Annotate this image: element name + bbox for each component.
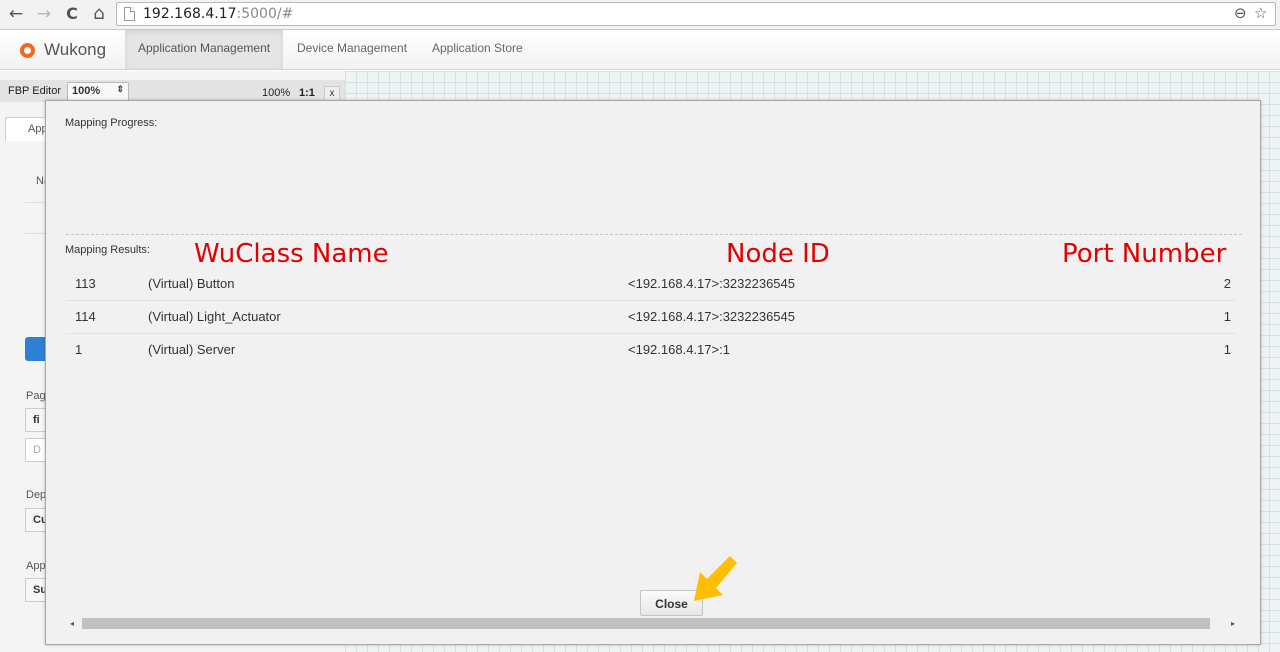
mapping-results-table: 113 (Virtual) Button <192.168.4.17>:3232… xyxy=(66,267,1236,366)
wuclass-name-cell: (Virtual) Light_Actuator xyxy=(148,299,628,333)
page-icon xyxy=(124,7,135,21)
url-text[interactable]: 192.168.4.17:5000/# xyxy=(143,6,293,22)
zoom-level: 100% xyxy=(262,87,291,99)
left-fragment-label: Pag xyxy=(26,390,46,402)
port-number-annotation: Port Number xyxy=(1062,239,1227,269)
home-icon[interactable]: ⌂ xyxy=(88,3,110,25)
table-row: 114 (Virtual) Light_Actuator <192.168.4.… xyxy=(66,299,1236,333)
ratio-button[interactable]: 1:1 xyxy=(299,87,315,99)
app-navbar: Wukong Application Management Device Man… xyxy=(0,30,1280,70)
close-editor-button[interactable]: x xyxy=(324,86,340,101)
forward-icon[interactable]: → xyxy=(33,3,55,25)
pointer-arrow-icon xyxy=(694,556,737,601)
scroll-right-icon[interactable]: ▸ xyxy=(1227,618,1239,630)
zoom-select-value: 100% xyxy=(72,85,101,97)
node-id-cell: <192.168.4.17>:1 xyxy=(628,332,1208,366)
address-bar[interactable]: 192.168.4.17:5000/# ⊖ ☆ xyxy=(116,2,1276,26)
node-id-cell: <192.168.4.17>:3232236545 xyxy=(628,275,796,291)
zoom-select[interactable]: 100% ⇕ xyxy=(67,82,129,101)
node-id-cell: <192.168.4.17>:3232236545 xyxy=(628,299,1208,333)
left-fragment-label: App xyxy=(26,560,46,572)
nav-device-management[interactable]: Device Management xyxy=(284,30,420,69)
wuclass-name-annotation: WuClass Name xyxy=(194,239,389,269)
port-number-cell: 2 xyxy=(1223,275,1231,291)
table-row: 1 (Virtual) Server <192.168.4.17>:1 1 xyxy=(66,332,1236,366)
scroll-left-icon[interactable]: ◂ xyxy=(66,618,78,630)
nav-application-store[interactable]: Application Store xyxy=(419,30,536,69)
mapping-progress-label: Mapping Progress: xyxy=(65,117,158,129)
wukong-logo-icon xyxy=(20,42,35,58)
wuclass-id-cell: 114 xyxy=(66,299,148,333)
mapping-results-label: Mapping Results: xyxy=(65,244,150,256)
back-icon[interactable]: ← xyxy=(5,3,27,25)
reload-icon[interactable]: C xyxy=(61,3,83,25)
horizontal-scrollbar[interactable]: ◂ ▸ xyxy=(66,616,1242,632)
star-icon[interactable]: ☆ xyxy=(1254,4,1267,22)
dashed-divider xyxy=(66,234,1242,235)
wuclass-id-cell: 1 xyxy=(66,332,148,366)
nav-application-management[interactable]: Application Management xyxy=(125,30,284,69)
scrollbar-thumb[interactable] xyxy=(82,618,1210,629)
url-tail: :5000/# xyxy=(236,6,294,22)
wuclass-id-cell: 113 xyxy=(75,275,96,291)
select-arrows-icon: ⇕ xyxy=(116,84,124,94)
node-id-annotation: Node ID xyxy=(726,239,830,269)
brand[interactable]: Wukong xyxy=(20,39,106,61)
url-host: 192.168.4.17 xyxy=(143,6,237,22)
wuclass-name-cell: (Virtual) Button xyxy=(148,275,235,291)
fbp-editor-bar: FBP Editor 100% ⇕ 100% 1:1 x xyxy=(0,80,345,102)
table-row: 113 (Virtual) Button <192.168.4.17>:3232… xyxy=(66,267,1236,300)
wuclass-name-cell: (Virtual) Server xyxy=(148,332,628,366)
zoom-icon[interactable]: ⊖ xyxy=(1234,4,1247,22)
left-fragment-label: Dep xyxy=(26,489,47,501)
mapping-dialog: Mapping Progress: Mapping Results: WuCla… xyxy=(45,100,1261,645)
brand-name: Wukong xyxy=(44,40,107,59)
fbp-editor-label: FBP Editor xyxy=(8,85,61,97)
port-number-cell: 1 xyxy=(1208,332,1236,366)
port-number-cell: 1 xyxy=(1208,299,1236,333)
browser-toolbar: ← → C ⌂ 192.168.4.17:5000/# ⊖ ☆ xyxy=(0,0,1280,30)
